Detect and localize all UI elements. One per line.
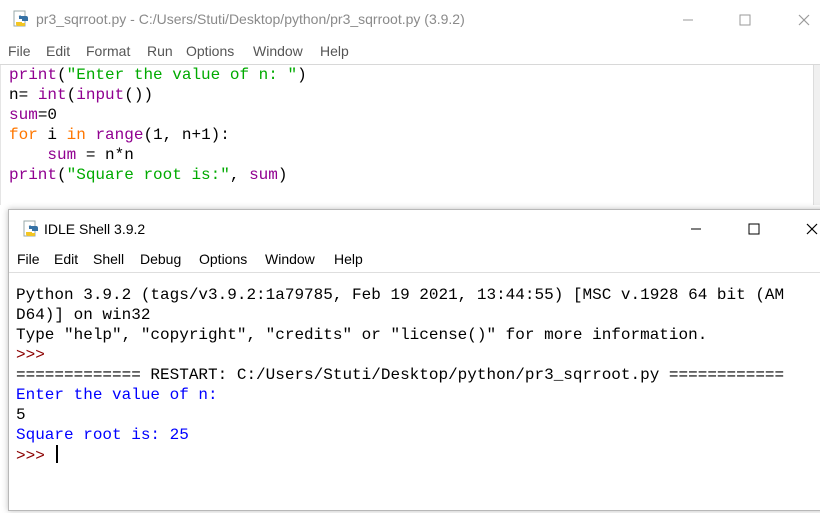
code-token: "Enter the value of n: " (66, 66, 298, 84)
code-token: print (9, 66, 58, 84)
code-token: n= (9, 86, 38, 104)
code-token: ) (277, 166, 288, 184)
code-token: (1, n+1): (143, 126, 230, 144)
editor-minimize-button[interactable] (666, 4, 710, 36)
shell-line-text: Square root is: 25 (16, 426, 189, 444)
code-token: "Square root is:" (66, 166, 230, 184)
code-token: = n*n (76, 146, 134, 164)
shell-line-text: Enter the value of n: (16, 386, 228, 404)
shell-output-line: 5 (16, 405, 26, 425)
shell-title: IDLE Shell 3.9.2 (44, 221, 146, 237)
editor-close-button[interactable] (782, 4, 820, 36)
shell-prompt: >>> (16, 345, 54, 365)
code-line: for i in range(1, n+1): (9, 125, 230, 145)
code-token: range (95, 126, 144, 144)
code-token: ( (66, 86, 77, 104)
shell-output-line: Python 3.9.2 (tags/v3.9.2:1a79785, Feb 1… (16, 285, 784, 305)
code-token: sum (249, 166, 278, 184)
code-token: in (66, 126, 86, 144)
shell-line-text: D64)] on win32 (16, 306, 151, 324)
shell-titlebar[interactable]: IDLE Shell 3.9.2 (9, 210, 820, 248)
shell-prompt: >>> (16, 445, 59, 466)
shell-output-line: D64)] on win32 (16, 305, 150, 325)
code-token: =0 (37, 106, 58, 124)
code-token: sum (9, 106, 38, 124)
editor-menu-options[interactable]: Options (186, 43, 234, 59)
shell-line-text: Type "help", "copyright", "credits" or "… (16, 326, 708, 344)
maximize-icon (748, 223, 760, 235)
code-token: , (229, 166, 250, 184)
shell-line-text: >>> (16, 447, 55, 465)
shell-menu-shell[interactable]: Shell (93, 251, 124, 267)
shell-menu-options[interactable]: Options (199, 251, 247, 267)
code-token: print (9, 166, 58, 184)
editor-titlebar[interactable]: pr3_sqrroot.py - C:/Users/Stuti/Desktop/… (0, 0, 820, 40)
editor-menu-help[interactable]: Help (320, 43, 349, 59)
editor-menu-format[interactable]: Format (86, 43, 130, 59)
close-icon (798, 14, 810, 26)
code-token: ()) (124, 86, 154, 104)
shell-output-line: Type "help", "copyright", "credits" or "… (16, 325, 707, 345)
shell-output-line: Square root is: 25 (16, 425, 189, 445)
shell-line-text: >>> (16, 346, 55, 364)
code-token: input (76, 86, 125, 104)
shell-line-text: 5 (16, 406, 26, 424)
code-token: i (37, 126, 67, 144)
shell-window: IDLE Shell 3.9.2 File Edit Shell Debug O… (8, 209, 820, 511)
editor-maximize-button[interactable] (723, 4, 767, 36)
editor-menu-edit[interactable]: Edit (46, 43, 70, 59)
code-line: sum = n*n (9, 145, 134, 165)
editor-scrollbar[interactable] (813, 65, 820, 205)
shell-menu-file[interactable]: File (17, 251, 40, 267)
shell-menubar: File Edit Shell Debug Options Window Hel… (9, 248, 820, 272)
text-cursor (56, 445, 59, 463)
maximize-icon (739, 14, 751, 26)
python-shell-icon (23, 220, 38, 237)
editor-menubar: File Edit Format Run Options Window Help (0, 40, 820, 64)
code-token: ) (297, 66, 307, 84)
shell-line-text: ============= RESTART: C:/Users/Stuti/De… (16, 366, 785, 384)
code-token: sum (47, 146, 77, 164)
shell-menu-edit[interactable]: Edit (54, 251, 78, 267)
shell-maximize-button[interactable] (732, 213, 776, 245)
code-line: sum=0 (9, 105, 57, 125)
shell-close-button[interactable] (790, 213, 820, 245)
code-token: ( (57, 166, 67, 184)
editor-menu-file[interactable]: File (8, 43, 31, 59)
shell-minimize-button[interactable] (674, 213, 718, 245)
shell-output-line: Enter the value of n: (16, 385, 227, 405)
minimize-icon (683, 19, 693, 21)
code-line: n= int(input()) (9, 85, 153, 105)
code-editor-area[interactable]: print("Enter the value of n: ") n= int(in… (0, 65, 814, 205)
editor-menu-run[interactable]: Run (147, 43, 173, 59)
code-line: print("Square root is:", sum) (9, 165, 287, 185)
close-icon (806, 223, 818, 235)
shell-menu-debug[interactable]: Debug (140, 251, 181, 267)
code-token: ( (57, 66, 67, 84)
editor-menu-window[interactable]: Window (253, 43, 303, 59)
python-file-icon (13, 10, 28, 27)
shell-menu-window[interactable]: Window (265, 251, 315, 267)
shell-menu-help[interactable]: Help (334, 251, 363, 267)
code-token: int (37, 86, 67, 104)
editor-title: pr3_sqrroot.py - C:/Users/Stuti/Desktop/… (36, 11, 465, 27)
code-token: for (9, 126, 38, 144)
shell-output-area[interactable]: Python 3.9.2 (tags/v3.9.2:1a79785, Feb 1… (9, 272, 820, 513)
code-line: print("Enter the value of n: ") (9, 65, 307, 85)
shell-line-text: Python 3.9.2 (tags/v3.9.2:1a79785, Feb 1… (16, 286, 785, 304)
shell-output-line: ============= RESTART: C:/Users/Stuti/De… (16, 365, 784, 385)
minimize-icon (691, 228, 701, 230)
